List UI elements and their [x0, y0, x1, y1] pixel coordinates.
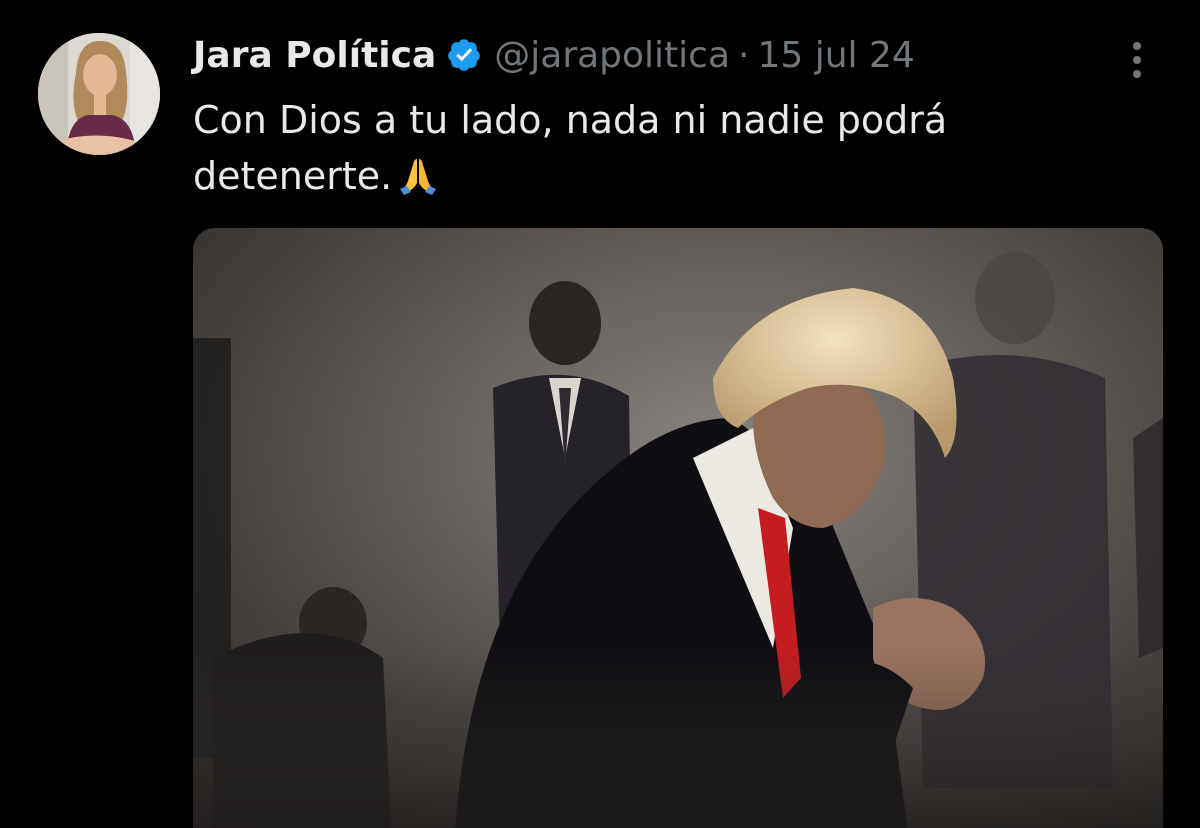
- author-name[interactable]: Jara Política: [193, 35, 436, 76]
- tweet-header: Jara Política @jarapolitica · 15 jul 24: [193, 30, 915, 80]
- tweet-text: Con Dios a tu lado, nada ni nadie podrá …: [193, 92, 1093, 210]
- tweet[interactable]: Jara Política @jarapolitica · 15 jul 24 …: [0, 0, 1200, 828]
- verified-badge-icon: [448, 39, 480, 71]
- tweet-media-photo[interactable]: [193, 228, 1163, 828]
- more-options-icon[interactable]: [1122, 38, 1152, 82]
- author-handle[interactable]: @jarapolitica: [494, 35, 730, 76]
- folded-hands-icon: [398, 154, 438, 210]
- post-date[interactable]: 15 jul 24: [757, 35, 914, 76]
- tweet-text-content: Con Dios a tu lado, nada ni nadie podrá …: [193, 98, 948, 198]
- photo-person-praying: [193, 228, 1163, 828]
- avatar[interactable]: [38, 33, 160, 155]
- separator: ·: [738, 34, 750, 76]
